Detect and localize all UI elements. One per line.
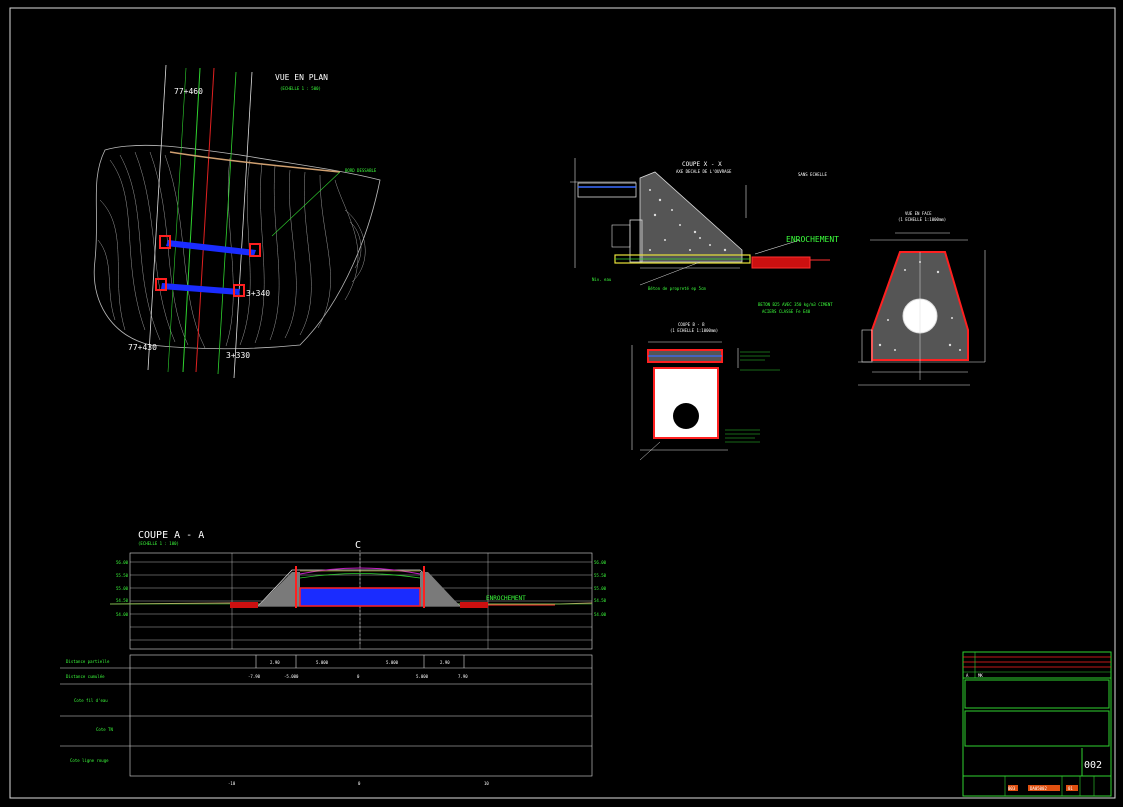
plan-view: VUE EN PLAN (ECHELLE 1 : 500) 77+460 77+… [93,64,381,379]
svg-text:54.50: 54.50 [116,598,129,603]
section-x-subtitle: AXE DECALE DE L'OUVRAGE [676,169,732,174]
section-x-enrochement: ENROCHEMENT [786,235,839,244]
front-view-scale: (1 ECHELLE 1:1000mm) [898,217,946,222]
cumulative-distance-1: -5.000 [284,674,299,679]
row-label-3: Cote TN [96,727,113,732]
section-x-title: COUPE X - X [682,161,722,168]
road-edge-right [233,71,253,379]
title-block-drawing-no: DA05002 [1030,786,1047,791]
embankment [639,171,743,263]
axis-tick-2: 10 [484,781,489,786]
riprap-block [751,256,811,269]
title-block-rev: A [966,673,969,678]
cumulative-distance-4: 7.90 [458,674,468,679]
profile-section: COUPE A - A (ECHELLE 1 : 100) C 56.00 55.… [60,530,607,786]
plan-view-scale: (ECHELLE 1 : 500) [280,86,321,91]
section-b: COUPE B - B (1 ECHELLE 1:1000mm) [631,322,780,461]
plan-view-title: VUE EN PLAN [275,73,328,82]
title-block-mark: MK [978,673,983,678]
title-block: A MK 002 003 DA05002 01 [962,651,1112,797]
row-label-0: Distance partielle [66,659,110,664]
axis-tick-0: -10 [228,781,236,786]
station-bottom-label: 77+430 [128,343,157,352]
concrete-note-1: BETON B25 AVEC 350 kg/m3 CIMENT [758,302,833,307]
title-block-sheet-no: 01 [1068,786,1073,791]
svg-text:Niv. eau: Niv. eau [592,277,612,282]
row-label-4: Cote ligne rouge [70,758,109,763]
profile-title: COUPE A - A [138,530,204,541]
front-view-title: VUE EN FACE [905,211,932,216]
partial-distance-3: 2.90 [440,660,450,665]
svg-text:56.00: 56.00 [116,560,129,565]
cumulative-distance-2: 0 [357,674,360,679]
title-block-sheet-code: 002 [1084,760,1102,771]
profile-scale: (ECHELLE 1 : 100) [138,541,179,546]
section-b-scale: (1 ECHELLE 1:1000mm) [670,328,718,333]
station-right-bottom-label: 3+330 [226,351,250,360]
section-x-no-scale: SANS ECHELLE [798,172,827,177]
partial-distance-1: 5.000 [316,660,329,665]
svg-text:55.50: 55.50 [594,573,607,578]
svg-text:55.00: 55.00 [116,586,129,591]
station-mid-label: 3+340 [246,289,270,298]
row-label-2: Cote fil d'eau [74,698,108,703]
svg-text:55.50: 55.50 [116,573,129,578]
station-top-label: 77+460 [174,87,203,96]
svg-text:54.00: 54.00 [594,612,607,617]
front-view: VUE EN FACE (1 ECHELLE 1:1000mm) [858,211,986,386]
row-label-1: Distance cumulée [66,674,105,679]
svg-text:54.50: 54.50 [594,598,607,603]
svg-text:54.00: 54.00 [116,612,129,617]
cumulative-distance-0: -7.90 [248,674,261,679]
axis-tick-1: 0 [358,781,361,786]
profile-enrochement: ENROCHEMENT [486,595,526,602]
svg-text:55.00: 55.00 [594,586,607,591]
cumulative-distance-3: 5.000 [416,674,429,679]
sheet-border [9,7,1116,799]
svg-text:56.00: 56.00 [594,560,607,565]
concrete-note-2: ACIERS CLASSE Fe E40 [762,309,811,314]
svg-text:BORD DESSABLE: BORD DESSABLE [345,168,377,173]
pipe-section [673,403,699,429]
section-x: COUPE X - X AXE DECALE DE L'OUVRAGE SANS… [570,158,839,314]
partial-distance-2: 5.000 [386,660,399,665]
svg-text:Béton de propreté ep 5cm: Béton de propreté ep 5cm [648,286,706,291]
axis-marker: C [355,540,361,551]
culvert-lower [155,278,245,297]
drawing-sheet: VUE EN PLAN (ECHELLE 1 : 500) 77+460 77+… [9,7,1116,799]
road-axis-green [182,67,201,373]
section-b-title: COUPE B - B [678,322,705,327]
partial-distance-0: 2.90 [270,660,280,665]
profile-culvert [299,587,421,607]
title-block-project-code: 003 [1008,786,1016,791]
road-axis-red [195,67,215,373]
